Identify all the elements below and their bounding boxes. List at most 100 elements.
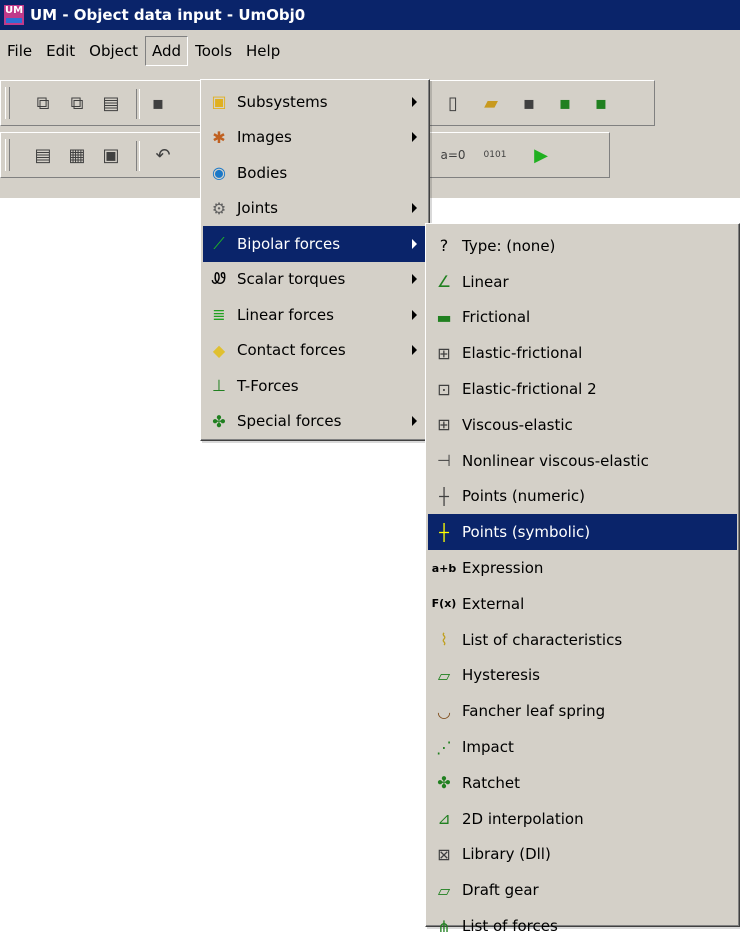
bipolar-item-frictional[interactable]: ▬ Frictional	[428, 300, 737, 336]
submenu-arrow-icon	[412, 274, 417, 285]
menu-file[interactable]: File	[0, 36, 39, 66]
menu-item-label: List of forces	[462, 917, 558, 936]
save-icon[interactable]: ▪	[146, 91, 170, 115]
list-window-icon[interactable]: ▤	[31, 143, 55, 167]
menu-bar: File Edit Object Add Tools Help	[0, 30, 740, 74]
list-of-forces-icon: ⋔	[437, 916, 451, 936]
menu-item-label: External	[462, 594, 525, 613]
copy-all-icon[interactable]: ⧉	[65, 91, 89, 115]
add-menu-item-bipolar-forces[interactable]: ⟋ Bipolar forces	[203, 226, 427, 262]
t-forces-icon: ⊥	[212, 376, 226, 396]
assign-zero-icon[interactable]: a=0	[440, 143, 465, 167]
menu-item-label: Viscous-elastic	[462, 415, 573, 434]
menu-object[interactable]: Object	[82, 36, 145, 66]
menu-item-label: Points (numeric)	[462, 487, 585, 506]
add-menu-item-t-forces[interactable]: ⊥ T-Forces	[203, 368, 427, 404]
bipolar-item-points-symbolic[interactable]: ┼ Points (symbolic)	[428, 514, 737, 551]
calculator-icon[interactable]: ▦	[65, 143, 89, 167]
bipolar-item-type-none[interactable]: ? Type: (none)	[428, 228, 737, 264]
save-gray-icon[interactable]: ▪	[517, 91, 541, 115]
menu-help[interactable]: Help	[239, 36, 287, 66]
points-symbolic-icon: ┼	[439, 522, 449, 542]
bipolar-item-2d-interpolation[interactable]: ⊿ 2D interpolation	[428, 801, 737, 837]
images-icon: ✱	[212, 127, 226, 147]
copy-icon[interactable]: ⧉	[31, 91, 55, 115]
leaf-spring-icon: ◡	[437, 701, 451, 721]
bipolar-item-library-dll[interactable]: ⊠ Library (Dll)	[428, 837, 737, 873]
screen-icon[interactable]: ▣	[99, 143, 123, 167]
submenu-arrow-icon	[412, 96, 417, 107]
nonlinear-viscous-elastic-icon: ⊣	[437, 451, 451, 471]
add-menu-item-images[interactable]: ✱ Images	[203, 120, 427, 156]
binary-icon[interactable]: 0101	[483, 143, 507, 167]
special-forces-icon: ✤	[212, 411, 226, 431]
add-menu-item-bodies[interactable]: ◉ Bodies	[203, 155, 427, 191]
paste-icon[interactable]: ▤	[99, 91, 123, 115]
save-green-icon[interactable]: ▪	[553, 91, 577, 115]
bipolar-item-nonlinear-viscous-elastic[interactable]: ⊣ Nonlinear viscous-elastic	[428, 443, 737, 479]
toolbar-grip[interactable]	[5, 87, 10, 119]
add-menu-item-joints[interactable]: ⚙ Joints	[203, 191, 427, 227]
joints-icon: ⚙	[211, 198, 227, 218]
frictional-icon: ▬	[436, 307, 452, 327]
menu-item-label: Points (symbolic)	[462, 523, 591, 542]
menu-add[interactable]: Add	[145, 36, 189, 66]
open-folder-icon[interactable]: ▰	[479, 91, 503, 115]
elastic-frictional-icon: ⊞	[437, 343, 451, 363]
bipolar-item-draft-gear[interactable]: ▱ Draft gear	[428, 872, 737, 908]
undo-icon[interactable]: ↶	[151, 143, 175, 167]
scalar-torques-icon: Ꮺ	[211, 269, 227, 289]
add-menu-item-special-forces[interactable]: ✤ Special forces	[203, 404, 427, 440]
window-title: UM - Object data input - UmObj0	[30, 6, 306, 24]
new-file-icon[interactable]: ▯	[441, 91, 465, 115]
toolbar-separator	[136, 89, 140, 119]
add-menu-item-linear-forces[interactable]: ≣ Linear forces	[203, 297, 427, 333]
bipolar-item-hysteresis[interactable]: ▱ Hysteresis	[428, 658, 737, 694]
bipolar-item-linear[interactable]: ∠ Linear	[428, 264, 737, 300]
menu-tools[interactable]: Tools	[188, 36, 239, 66]
menu-item-label: Special forces	[237, 412, 342, 431]
submenu-arrow-icon	[412, 132, 417, 143]
add-menu-item-contact-forces[interactable]: ◆ Contact forces	[203, 333, 427, 369]
submenu-arrow-icon	[412, 203, 417, 214]
bipolar-item-ratchet[interactable]: ✤ Ratchet	[428, 765, 737, 801]
menu-item-label: Linear forces	[237, 305, 334, 324]
toolbar-grip[interactable]	[5, 139, 10, 171]
add-menu-item-subsystems[interactable]: ▣ Subsystems	[203, 84, 427, 120]
bipolar-item-fancher-leaf-spring[interactable]: ◡ Fancher leaf spring	[428, 693, 737, 729]
bipolar-item-elastic-frictional-2[interactable]: ⊡ Elastic-frictional 2	[428, 371, 737, 407]
run-icon[interactable]: ▶	[529, 143, 553, 167]
bipolar-item-list-of-forces[interactable]: ⋔ List of forces	[428, 908, 737, 944]
menu-item-label: Impact	[462, 738, 514, 757]
bipolar-forces-icon: ⟋	[213, 233, 225, 253]
menu-item-label: List of characteristics	[462, 630, 623, 649]
add-menu-item-scalar-torques[interactable]: Ꮺ Scalar torques	[203, 262, 427, 298]
menu-edit[interactable]: Edit	[39, 36, 82, 66]
menu-item-label: Hysteresis	[462, 666, 540, 685]
points-numeric-icon: ┼	[439, 486, 449, 506]
menu-item-label: 2D interpolation	[462, 809, 584, 828]
library-dll-icon: ⊠	[437, 844, 451, 864]
bipolar-item-impact[interactable]: ⋰ Impact	[428, 729, 737, 765]
bipolar-item-external[interactable]: F(x) External	[428, 586, 737, 622]
save-all-icon[interactable]: ▪	[589, 91, 613, 115]
bipolar-item-expression[interactable]: a+b Expression	[428, 550, 737, 586]
bipolar-item-viscous-elastic[interactable]: ⊞ Viscous-elastic	[428, 407, 737, 443]
menu-item-label: Elastic-frictional	[462, 344, 583, 363]
draft-gear-icon: ▱	[437, 880, 451, 900]
bipolar-item-points-numeric[interactable]: ┼ Points (numeric)	[428, 479, 737, 515]
bipolar-item-list-of-characteristics[interactable]: ⌇ List of characteristics	[428, 622, 737, 658]
menu-item-label: Fancher leaf spring	[462, 702, 606, 721]
bipolar-item-elastic-frictional[interactable]: ⊞ Elastic-frictional	[428, 335, 737, 371]
submenu-arrow-icon	[412, 345, 417, 356]
title-bar: UM UM - Object data input - UmObj0	[0, 0, 740, 30]
impact-icon: ⋰	[436, 737, 452, 757]
menu-item-label: Joints	[237, 199, 278, 218]
bodies-icon: ◉	[212, 163, 226, 183]
hysteresis-icon: ▱	[437, 665, 451, 685]
expression-icon: a+b	[431, 561, 457, 575]
menu-item-label: Elastic-frictional 2	[462, 380, 597, 399]
menu-item-label: Subsystems	[237, 92, 328, 111]
menu-item-label: Ratchet	[462, 773, 521, 792]
menu-item-label: Frictional	[462, 308, 531, 327]
